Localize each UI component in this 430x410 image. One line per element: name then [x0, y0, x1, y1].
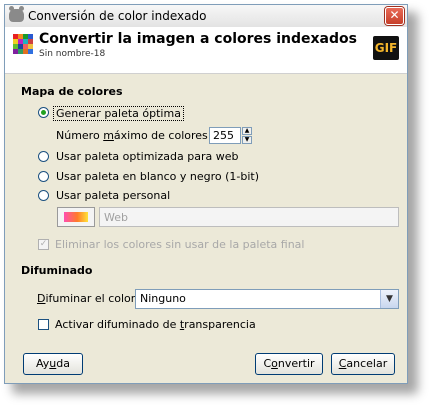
remove-unused-checkbox[interactable]: ✓ [38, 239, 49, 250]
dialog-window: Conversión de color indexado ✕ Convertir… [4, 4, 408, 384]
radio-bw-palette[interactable] [38, 171, 49, 182]
remove-unused-label: Eliminar los colores sin usar de la pale… [55, 238, 305, 251]
convert-button[interactable]: Convertir [255, 353, 323, 375]
indexed-palette-icon [13, 34, 33, 54]
colormap-section-title: Mapa de colores [21, 85, 123, 98]
close-icon: ✕ [389, 8, 400, 22]
gimp-icon [9, 6, 24, 22]
chevron-down-icon[interactable]: ▼ [380, 290, 398, 308]
transparency-dither-label[interactable]: Activar difuminado de transparencia [55, 318, 256, 331]
dialog-header: Convertir la imagen a colores indexados … [5, 27, 407, 74]
optimal-palette-label[interactable]: Generar paleta óptima [53, 106, 184, 121]
radio-optimal-palette[interactable] [38, 107, 49, 118]
web-palette-label[interactable]: Usar paleta optimizada para web [56, 150, 238, 163]
stepper-down-icon[interactable]: ▼ [242, 136, 252, 144]
radio-custom-palette[interactable] [38, 190, 49, 201]
window-title: Conversión de color indexado [28, 9, 207, 23]
max-colors-input[interactable]: 255 [209, 127, 241, 144]
custom-palette-label[interactable]: Usar paleta personal [56, 189, 170, 202]
dither-section-title: Difuminado [21, 264, 93, 277]
radio-web-palette[interactable] [38, 151, 49, 162]
transparency-dither-checkbox[interactable] [38, 319, 49, 330]
bw-palette-label[interactable]: Usar paleta en blanco y negro (1-bit) [56, 170, 259, 183]
max-colors-stepper[interactable]: ▲ ▼ [242, 127, 252, 144]
titlebar[interactable]: Conversión de color indexado ✕ [5, 5, 407, 28]
header-title: Convertir la imagen a colores indexados [39, 31, 357, 47]
stepper-up-icon[interactable]: ▲ [242, 127, 252, 135]
palette-name-field[interactable]: Web [99, 207, 399, 227]
image-name: Sin nombre-18 [39, 49, 106, 59]
dither-color-value: Ninguno [140, 292, 186, 305]
help-button[interactable]: Ayuda [23, 353, 83, 375]
max-colors-label: Número máximo de colores: [56, 129, 212, 142]
dither-color-select[interactable]: Ninguno ▼ [135, 289, 399, 309]
gif-badge: GIF [373, 36, 399, 60]
palette-preview-swatch[interactable] [57, 207, 95, 227]
palette-gradient-icon [64, 212, 88, 222]
close-button[interactable]: ✕ [385, 7, 404, 25]
cancel-button[interactable]: Cancelar [331, 353, 395, 375]
dither-color-label: Difuminar el color: [37, 292, 139, 305]
